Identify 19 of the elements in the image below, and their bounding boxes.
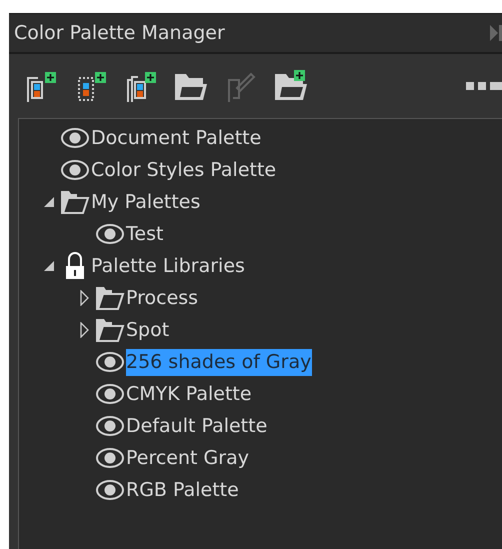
collapse-panel-icon[interactable] (490, 24, 502, 42)
tree-item[interactable]: My Palettes (91, 188, 202, 216)
tree-item[interactable]: CMYK Palette (126, 380, 253, 408)
tree-item[interactable]: Percent Gray (126, 444, 250, 472)
collapse-arrow-icon[interactable] (43, 260, 55, 272)
expand-arrow-icon[interactable] (80, 322, 88, 338)
expand-arrow-icon[interactable] (80, 290, 88, 306)
tree-item[interactable]: Default Palette (126, 412, 268, 440)
tree-item[interactable]: Process (126, 284, 200, 312)
tree-item[interactable]: Color Styles Palette (91, 156, 278, 184)
tree-item[interactable]: Spot (126, 316, 170, 344)
tree-item[interactable]: 256 shades of Gray (126, 348, 312, 376)
tree-item[interactable]: Palette Libraries (91, 252, 246, 280)
panel-title: Color Palette Manager (14, 22, 225, 44)
more-options-icon[interactable] (466, 81, 502, 91)
tree-item[interactable]: Document Palette (91, 124, 262, 152)
tree-item[interactable]: RGB Palette (126, 476, 240, 504)
tree-item[interactable]: Test (126, 220, 164, 248)
collapse-arrow-icon[interactable] (43, 196, 55, 208)
